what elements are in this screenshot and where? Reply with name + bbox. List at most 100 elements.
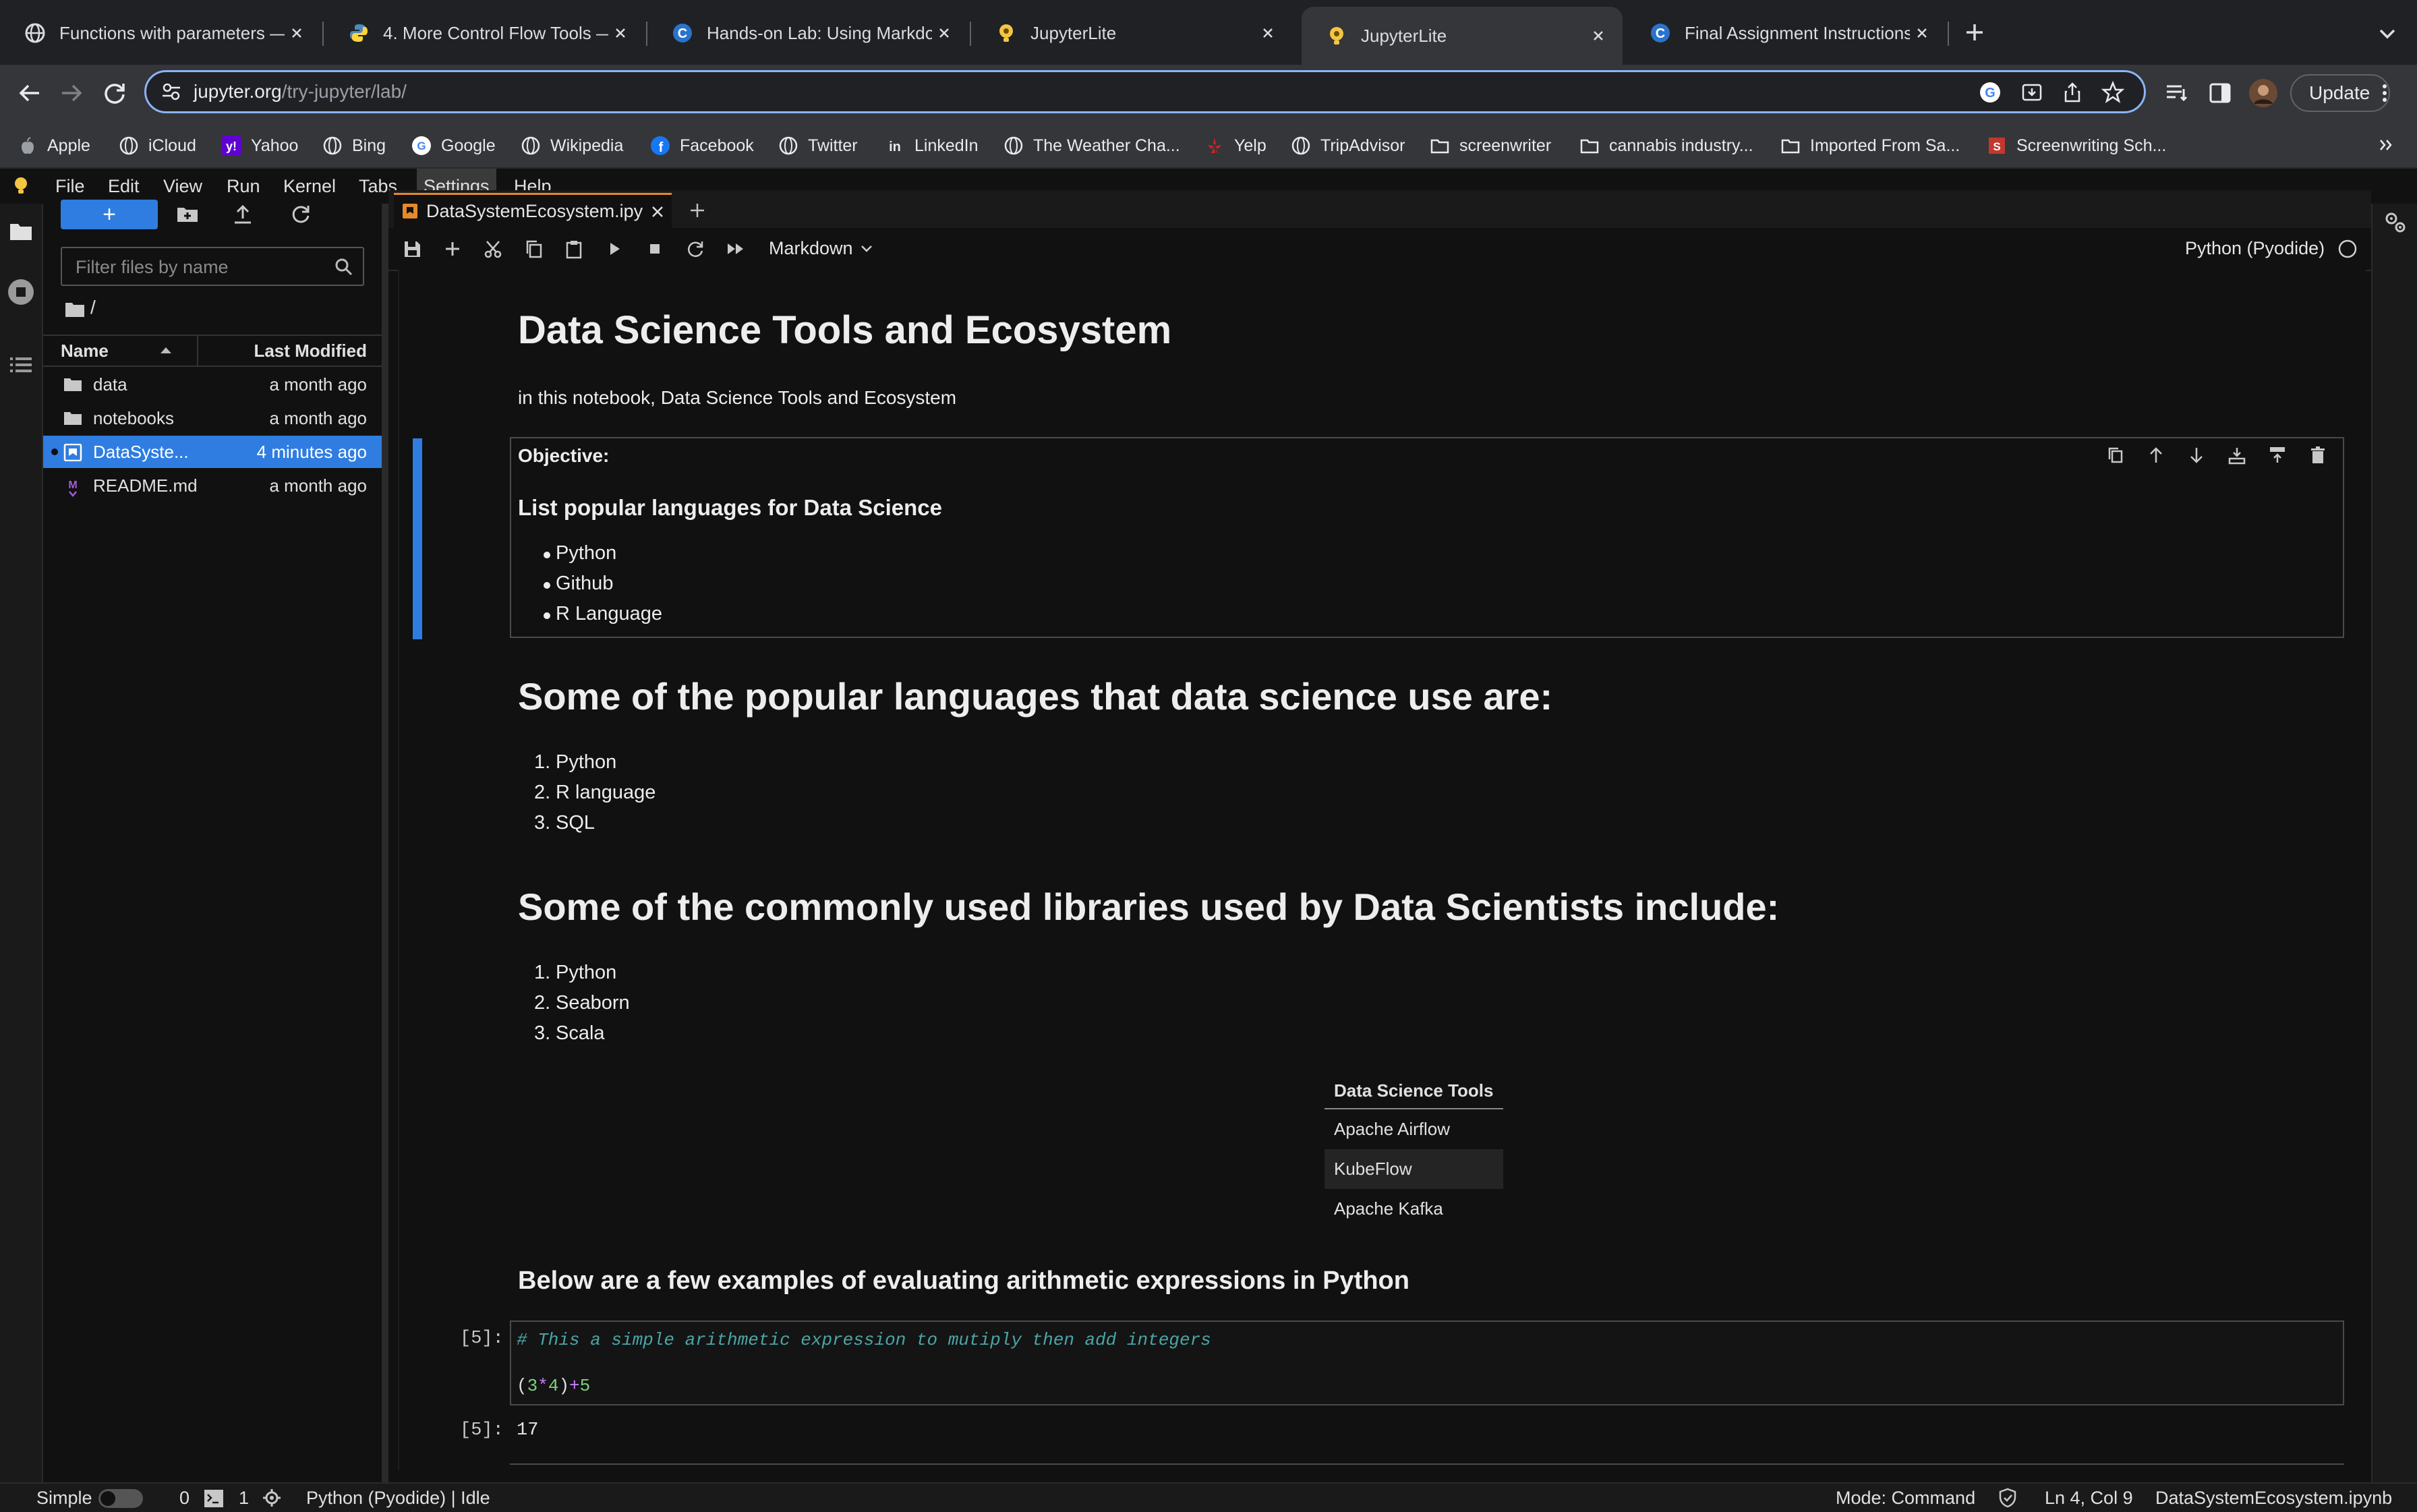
more-menu-icon[interactable] xyxy=(2377,80,2393,107)
update-button[interactable]: Update xyxy=(2290,74,2390,112)
paste-icon[interactable] xyxy=(564,239,584,259)
menu-file[interactable]: File xyxy=(49,169,92,204)
bookmark-facebook[interactable]: f Facebook xyxy=(650,124,754,167)
new-tab-plus-icon[interactable] xyxy=(685,198,709,223)
close-icon[interactable] xyxy=(650,204,665,219)
file-browser-folder-icon[interactable] xyxy=(8,219,34,244)
menu-kernel[interactable]: Kernel xyxy=(276,169,343,204)
bookmark-linkedin[interactable]: in LinkedIn xyxy=(885,124,978,167)
google-lens-icon[interactable]: G xyxy=(1978,80,2002,105)
insert-cell-plus-icon[interactable] xyxy=(442,239,463,259)
close-tab-icon[interactable] xyxy=(608,21,633,45)
site-info-icon[interactable] xyxy=(161,82,181,102)
browser-tab[interactable]: C Final Assignment Instructions: xyxy=(1625,7,1946,59)
file-row-notebook-selected[interactable]: DataSyste... 4 minutes ago xyxy=(43,436,382,468)
new-launcher-button[interactable]: + xyxy=(61,200,158,229)
delete-cell-trash-icon[interactable] xyxy=(2308,445,2328,465)
install-app-icon[interactable] xyxy=(2020,80,2044,105)
forward-arrow-icon[interactable] xyxy=(57,78,86,108)
bookmark-twitter[interactable]: Twitter xyxy=(778,124,858,167)
cursor-position[interactable]: Ln 4, Col 9 xyxy=(2045,1484,2133,1512)
bookmark-folder-imported[interactable]: Imported From Sa... xyxy=(1780,124,1960,167)
save-icon[interactable] xyxy=(402,239,422,259)
bookmark-icloud[interactable]: iCloud xyxy=(119,124,196,167)
facebook-icon: f xyxy=(650,136,670,156)
menu-edit[interactable]: Edit xyxy=(101,169,146,204)
markdown-cell-objective[interactable]: Objective: List popular languages for Da… xyxy=(510,437,2344,638)
tab-notebook[interactable]: DataSystemEcosystem.ipyr xyxy=(394,193,672,228)
browser-tab[interactable]: C Hands-on Lab: Using Markdow xyxy=(647,7,968,59)
bookmark-apple[interactable]: Apple xyxy=(18,124,90,167)
file-row-readme[interactable]: M README.md a month ago xyxy=(43,469,382,502)
bookmark-weather[interactable]: The Weather Cha... xyxy=(1003,124,1180,167)
close-tab-icon[interactable] xyxy=(1256,21,1280,45)
bookmark-star-icon[interactable] xyxy=(2101,80,2125,105)
terminal-count: 0 xyxy=(179,1488,190,1508)
new-tab-button[interactable] xyxy=(1960,18,1989,47)
reload-icon[interactable] xyxy=(100,78,129,108)
globe-icon xyxy=(1003,136,1024,156)
stop-kernel-icon[interactable] xyxy=(645,239,665,259)
upload-icon[interactable] xyxy=(231,202,255,227)
file-filter-input[interactable] xyxy=(74,248,333,286)
new-folder-icon[interactable] xyxy=(175,202,200,227)
bookmark-wikipedia[interactable]: Wikipedia xyxy=(521,124,623,167)
table-of-contents-icon[interactable] xyxy=(8,352,34,378)
bullet xyxy=(544,552,550,558)
coursera-icon: C xyxy=(672,22,693,44)
property-inspector-gears-icon[interactable] xyxy=(2382,209,2409,236)
back-arrow-icon[interactable] xyxy=(15,78,45,108)
move-cell-up-icon[interactable] xyxy=(2146,445,2166,465)
share-icon[interactable] xyxy=(2060,80,2085,105)
kernel-name-button[interactable]: Python (Pyodide) xyxy=(2185,228,2325,268)
move-cell-down-icon[interactable] xyxy=(2186,445,2207,465)
simple-mode-toggle[interactable] xyxy=(98,1489,143,1508)
address-bar[interactable]: jupyter.org/try-jupyter/lab/ G xyxy=(144,70,2146,113)
run-cell-icon[interactable] xyxy=(604,239,624,259)
column-name-header[interactable]: Name xyxy=(61,336,109,366)
active-cell-collapser[interactable] xyxy=(413,438,422,639)
file-row-notebooks[interactable]: notebooks a month ago xyxy=(43,402,382,434)
insert-cell-above-icon[interactable] xyxy=(2227,445,2247,465)
browser-tab[interactable]: 4. More Control Flow Tools — P xyxy=(324,7,645,59)
close-tab-icon[interactable] xyxy=(285,21,309,45)
bookmark-bing[interactable]: Bing xyxy=(322,124,386,167)
browser-tab[interactable]: Functions with parameters — I xyxy=(0,7,321,59)
bookmark-google[interactable]: G Google xyxy=(411,124,496,167)
tab-search-chevron-icon[interactable] xyxy=(2374,20,2401,47)
reading-list-icon[interactable] xyxy=(2163,80,2190,107)
code-cell-editor[interactable]: # This a simple arithmetic expression to… xyxy=(510,1320,2344,1405)
insert-cell-below-icon[interactable] xyxy=(2267,445,2288,465)
bookmark-tripadvisor[interactable]: TripAdvisor xyxy=(1291,124,1405,167)
browser-tab-active[interactable]: JupyterLite xyxy=(1302,7,1623,65)
terminal-icon[interactable] xyxy=(204,1489,224,1508)
copy-icon[interactable] xyxy=(523,239,544,259)
notebook-mode: Mode: Command xyxy=(1836,1488,1976,1508)
running-kernels-icon[interactable] xyxy=(7,278,35,306)
menu-view[interactable]: View xyxy=(156,169,209,204)
menu-run[interactable]: Run xyxy=(220,169,267,204)
side-panel-icon[interactable] xyxy=(2207,80,2234,107)
duplicate-cell-icon[interactable] xyxy=(2105,445,2126,465)
kernel-gear-icon[interactable] xyxy=(262,1488,282,1508)
refresh-icon[interactable] xyxy=(289,202,313,227)
close-tab-icon[interactable] xyxy=(1586,24,1610,48)
cut-icon[interactable] xyxy=(483,239,503,259)
close-tab-icon[interactable] xyxy=(1910,21,1934,45)
file-row-data[interactable]: data a month ago xyxy=(43,368,382,401)
bookmark-folder-screenwriter[interactable]: screenwriter xyxy=(1430,124,1551,167)
output-prompt: [5]: xyxy=(460,1420,504,1441)
profile-avatar[interactable] xyxy=(2248,78,2278,108)
browser-tab[interactable]: JupyterLite xyxy=(971,7,1292,59)
bookmark-screenwriting-school[interactable]: S Screenwriting Sch... xyxy=(1987,124,2166,167)
bookmark-folder-cannabis[interactable]: cannabis industry... xyxy=(1579,124,1753,167)
close-tab-icon[interactable] xyxy=(932,21,956,45)
bookmark-yelp[interactable]: Yelp xyxy=(1204,124,1266,167)
restart-run-all-icon[interactable] xyxy=(726,239,746,259)
column-modified-header[interactable]: Last Modified xyxy=(254,336,367,366)
breadcrumb-root[interactable]: / xyxy=(90,297,96,318)
bookmark-yahoo[interactable]: y! Yahoo xyxy=(221,124,298,167)
kernel-status-text[interactable]: Python (Pyodide) | Idle xyxy=(306,1484,490,1512)
restart-kernel-icon[interactable] xyxy=(685,239,705,259)
more-bookmarks-chevron-icon[interactable] xyxy=(2377,135,2397,155)
